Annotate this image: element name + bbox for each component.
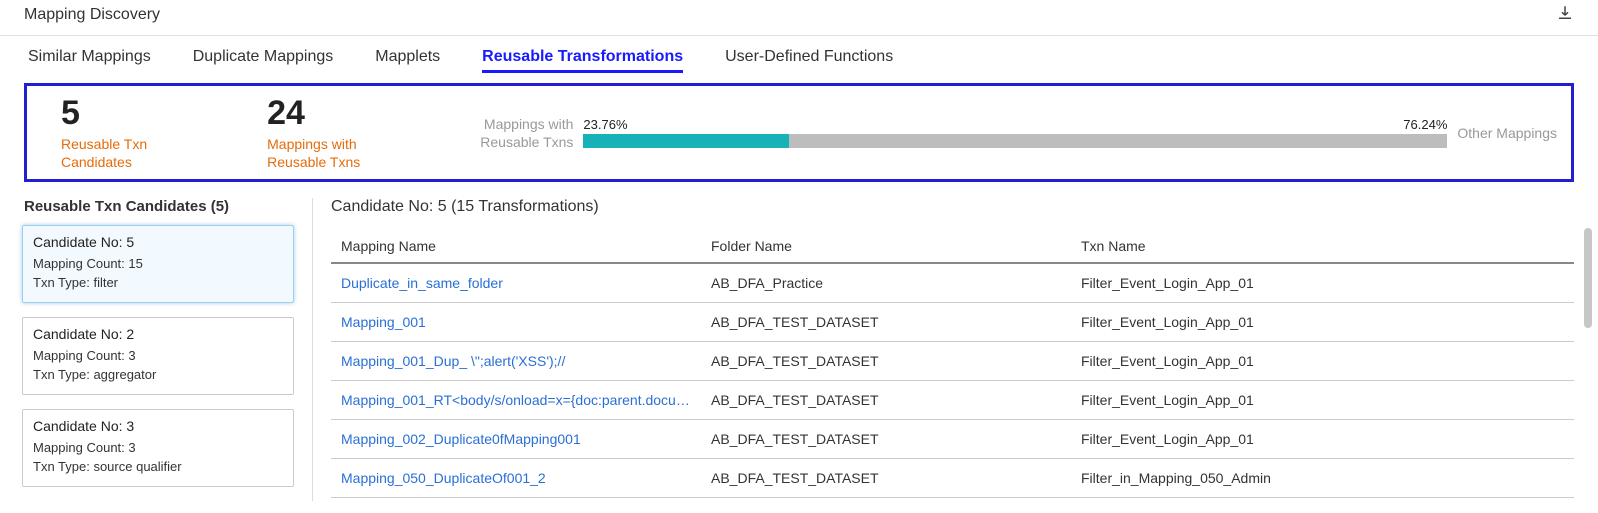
proportion-chart: Mappings with Reusable Txns 23.76% 76.24… [480, 115, 1557, 151]
table-row[interactable]: Mapping_001_RT<body/s/onload=x={doc:pare… [331, 381, 1574, 420]
tab-duplicate-mappings[interactable]: Duplicate Mappings [193, 48, 334, 73]
candidate-card[interactable]: Candidate No: 3 Mapping Count: 3 Txn Typ… [22, 409, 294, 487]
folder-cell: AB_DFA_TEST_DATASET [701, 381, 1071, 420]
folder-cell: AB_DFA_Practice [701, 263, 1071, 303]
candidate-type: Txn Type: aggregator [33, 367, 283, 382]
txn-cell: Filter_in_Mapping_050_Admin [1071, 459, 1574, 498]
candidate-count: Mapping Count: 3 [33, 440, 283, 455]
chart-right-label: Other Mappings [1457, 125, 1557, 141]
mapping-link[interactable]: Mapping_002_Duplicate0fMapping001 [331, 420, 701, 459]
chart-seg-reusable [583, 134, 788, 148]
folder-cell: AB_DFA_TEST_DATASET [701, 420, 1071, 459]
tab-reusable-transformations[interactable]: Reusable Transformations [482, 48, 683, 73]
table-row[interactable]: Duplicate_in_same_folderAB_DFA_PracticeF… [331, 263, 1574, 303]
candidate-title: Candidate No: 3 [33, 418, 283, 434]
mapping-link[interactable]: Mapping_001_RT<body/s/onload=x={doc:pare… [331, 381, 701, 420]
col-mapping-name[interactable]: Mapping Name [331, 230, 701, 263]
col-txn-name[interactable]: Txn Name [1071, 230, 1574, 263]
candidate-type: Txn Type: filter [33, 275, 283, 290]
candidate-title: Candidate No: 2 [33, 326, 283, 342]
scrollbar-thumb[interactable] [1584, 228, 1592, 328]
transformations-table: Mapping Name Folder Name Txn Name Duplic… [331, 230, 1574, 498]
chart-bars: 23.76% 76.24% [583, 117, 1447, 148]
stat-mappings-label: Mappings with Reusable Txns [267, 135, 360, 171]
tab-mapplets[interactable]: Mapplets [375, 48, 440, 73]
content: Reusable Txn Candidates (5) Candidate No… [0, 182, 1598, 501]
table-row[interactable]: Mapping_002_Duplicate0fMapping001AB_DFA_… [331, 420, 1574, 459]
folder-cell: AB_DFA_TEST_DATASET [701, 459, 1071, 498]
folder-cell: AB_DFA_TEST_DATASET [701, 342, 1071, 381]
table-row[interactable]: Mapping_050_DuplicateOf001_2AB_DFA_TEST_… [331, 459, 1574, 498]
mapping-link[interactable]: Mapping_001 [331, 303, 701, 342]
table-row[interactable]: Mapping_001_Dup_ \";alert('XSS');//AB_DF… [331, 342, 1574, 381]
candidate-title: Candidate No: 5 [33, 234, 283, 250]
txn-cell: Filter_Event_Login_App_01 [1071, 303, 1574, 342]
candidate-card[interactable]: Candidate No: 5 Mapping Count: 15 Txn Ty… [22, 225, 294, 303]
txn-cell: Filter_Event_Login_App_01 [1071, 420, 1574, 459]
summary-panel: 5 Reusable Txn Candidates 24 Mappings wi… [24, 83, 1574, 182]
chart-value-right: 76.24% [1403, 117, 1447, 132]
mapping-link[interactable]: Mapping_050_DuplicateOf001_2 [331, 459, 701, 498]
sidebar: Reusable Txn Candidates (5) Candidate No… [18, 198, 313, 501]
chart-left-label: Mappings with Reusable Txns [480, 115, 573, 151]
candidate-type: Txn Type: source qualifier [33, 459, 283, 474]
stat-mappings-value: 24 [267, 94, 360, 133]
txn-cell: Filter_Event_Login_App_01 [1071, 263, 1574, 303]
detail-title: Candidate No: 5 (15 Transformations) [331, 198, 1574, 216]
stat-mappings: 24 Mappings with Reusable Txns [267, 94, 360, 171]
table-row[interactable]: Mapping_001AB_DFA_TEST_DATASETFilter_Eve… [331, 303, 1574, 342]
stat-candidates-value: 5 [61, 94, 147, 133]
chart-value-left: 23.76% [583, 117, 627, 132]
mapping-link[interactable]: Duplicate_in_same_folder [331, 263, 701, 303]
txn-cell: Filter_Event_Login_App_01 [1071, 381, 1574, 420]
mapping-link[interactable]: Mapping_001_Dup_ \";alert('XSS');// [331, 342, 701, 381]
candidate-count: Mapping Count: 3 [33, 348, 283, 363]
candidate-count: Mapping Count: 15 [33, 256, 283, 271]
tab-user-defined-functions[interactable]: User-Defined Functions [725, 48, 893, 73]
download-icon[interactable] [1556, 4, 1574, 25]
candidate-card[interactable]: Candidate No: 2 Mapping Count: 3 Txn Typ… [22, 317, 294, 395]
page-title: Mapping Discovery [24, 6, 160, 24]
txn-cell: Filter_Event_Login_App_01 [1071, 342, 1574, 381]
tabs: Similar Mappings Duplicate Mappings Mapp… [0, 36, 1598, 81]
folder-cell: AB_DFA_TEST_DATASET [701, 303, 1071, 342]
col-folder-name[interactable]: Folder Name [701, 230, 1071, 263]
detail-panel: Candidate No: 5 (15 Transformations) Map… [313, 198, 1574, 501]
stat-candidates-label: Reusable Txn Candidates [61, 135, 147, 171]
tab-similar-mappings[interactable]: Similar Mappings [28, 48, 151, 73]
sidebar-title: Reusable Txn Candidates (5) [18, 198, 298, 215]
chart-seg-other [789, 134, 1448, 148]
page-header: Mapping Discovery [0, 0, 1598, 36]
stat-candidates: 5 Reusable Txn Candidates [61, 94, 147, 171]
table-body: Duplicate_in_same_folderAB_DFA_PracticeF… [331, 263, 1574, 498]
